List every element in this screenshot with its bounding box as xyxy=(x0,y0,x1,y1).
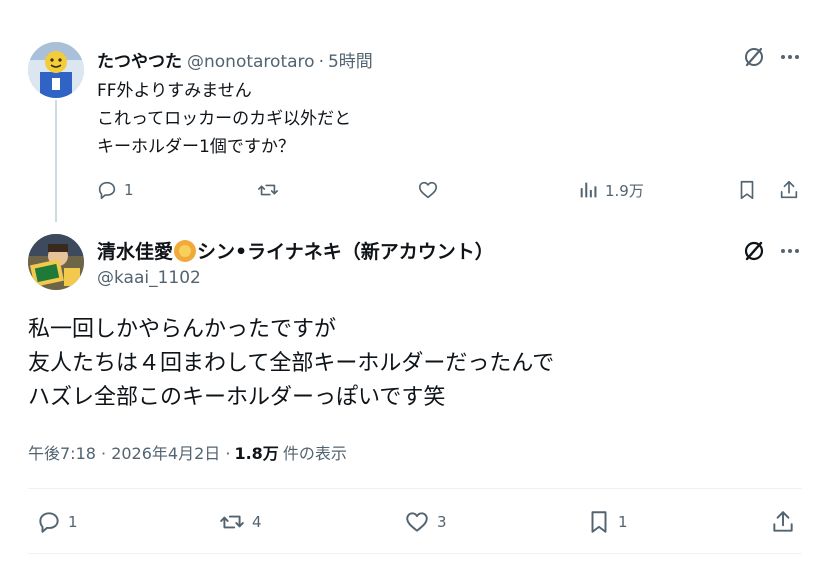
reply-count: 1 xyxy=(68,513,78,531)
tweet-detail-page: たつやつた @nonotarotaro · 5時間 FF外よりすみません これっ… xyxy=(0,0,822,561)
main-tweet-text: 私一回しかやらんかったですが 友人たちは４回まわして全部キーホルダーだったんで … xyxy=(28,313,554,415)
reply-author-avatar[interactable] xyxy=(28,42,84,98)
reply-text-line: キーホルダー1個ですか？ xyxy=(97,137,295,157)
bookmark-count: 1 xyxy=(618,513,628,531)
main-author-name-part: シン•ライナネキ（新アカウント） xyxy=(197,241,494,263)
like-count: 3 xyxy=(437,513,447,531)
views-count: 1.9万 xyxy=(605,181,644,200)
reply-like-button[interactable] xyxy=(416,179,446,201)
main-author-name[interactable]: 清水佳愛 シン•ライナネキ（新アカウント） xyxy=(97,237,494,264)
reply-count: 1 xyxy=(124,181,134,199)
main-reply-button[interactable]: 1 xyxy=(36,509,78,535)
grok-icon[interactable] xyxy=(742,239,766,263)
main-text-line: ハズレ全部このキーホルダーっぽいです笑 xyxy=(28,385,446,410)
reply-text-line: これってロッカーのカギ以外だと xyxy=(97,109,352,129)
avatar-image xyxy=(28,42,84,98)
share-icon xyxy=(773,511,793,532)
tweet-meta: 午後7:18 · 2026年4月2日 · 1.8万 件の表示 xyxy=(28,440,347,464)
lion-emoji-icon xyxy=(174,239,197,262)
share-icon xyxy=(780,180,798,199)
main-share-button[interactable] xyxy=(770,509,796,535)
retweet-icon xyxy=(220,515,244,529)
more-icon[interactable] xyxy=(778,45,802,69)
like-icon xyxy=(406,512,428,532)
like-icon xyxy=(418,181,438,199)
main-author-avatar[interactable] xyxy=(28,234,84,290)
header-separator: · xyxy=(318,52,324,72)
grok-icon[interactable] xyxy=(742,45,766,69)
main-like-button[interactable]: 3 xyxy=(403,509,447,535)
thread-connector-line xyxy=(55,100,57,222)
views-icon xyxy=(580,182,597,198)
bookmark-icon xyxy=(591,511,607,533)
main-author-name-part: 清水佳愛 xyxy=(97,241,174,263)
reply-icon xyxy=(98,181,116,200)
main-author-handle[interactable]: @kaai_1102 xyxy=(97,268,201,288)
divider xyxy=(28,488,802,489)
divider xyxy=(28,553,802,554)
reply-text-line: FF外よりすみません xyxy=(97,81,252,101)
reply-reply-button[interactable]: 1 xyxy=(96,179,134,201)
tweet-views-label: 件の表示 xyxy=(282,444,347,463)
tweet-views-count: 1.8万 xyxy=(234,444,279,463)
bookmark-icon xyxy=(740,180,754,200)
reply-text: FF外よりすみません これってロッカーのカギ以外だと キーホルダー1個ですか？ xyxy=(97,77,351,161)
avatar-image xyxy=(28,234,84,290)
reply-icon xyxy=(39,512,59,533)
reply-bookmark-button[interactable] xyxy=(736,179,758,201)
reply-retweet-button[interactable] xyxy=(256,179,286,201)
reply-timestamp[interactable]: 5時間 xyxy=(328,47,373,72)
main-bookmark-button[interactable]: 1 xyxy=(586,509,628,535)
reply-header: たつやつた @nonotarotaro · 5時間 xyxy=(97,47,373,72)
retweet-icon xyxy=(258,184,278,196)
reply-author-name[interactable]: たつやつた xyxy=(97,47,182,72)
tweet-timestamp[interactable]: 午後7:18 · 2026年4月2日 · xyxy=(28,440,230,464)
main-text-line: 私一回しかやらんかったですが xyxy=(28,317,337,342)
retweet-count: 4 xyxy=(252,513,262,531)
main-retweet-button[interactable]: 4 xyxy=(218,509,262,535)
reply-author-handle[interactable]: @nonotarotaro xyxy=(187,52,315,72)
more-icon[interactable] xyxy=(778,239,802,263)
reply-share-button[interactable] xyxy=(778,179,800,201)
main-text-line: 友人たちは４回まわして全部キーホルダーだったんで xyxy=(28,351,555,376)
reply-views-button[interactable]: 1.9万 xyxy=(577,179,644,201)
